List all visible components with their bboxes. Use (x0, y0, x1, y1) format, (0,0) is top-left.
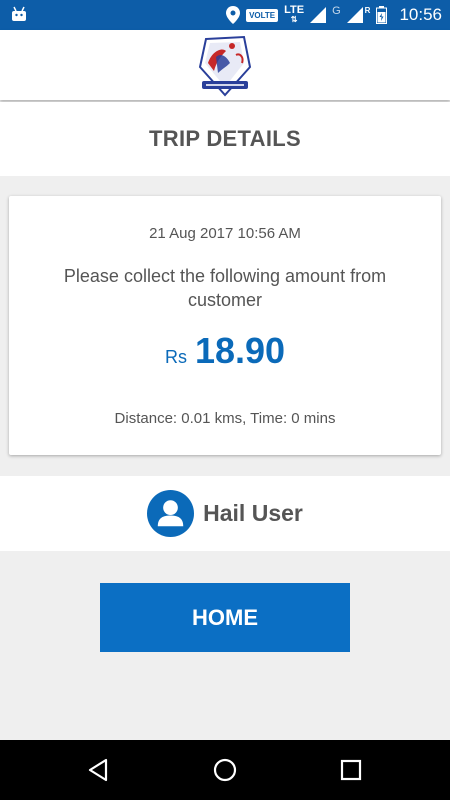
trip-summary-card: 21 Aug 2017 10:56 AM Please collect the … (9, 196, 441, 455)
distance-time: Distance: 0.01 kms, Time: 0 mins (114, 410, 336, 427)
home-button[interactable]: HOME (100, 583, 350, 652)
android-icon (12, 6, 26, 21)
collect-message: Please collect the following amount from… (63, 266, 387, 310)
user-name: Hail User (203, 500, 303, 526)
title-section: TRIP DETAILS (0, 102, 450, 176)
clock: 10:56 (399, 5, 442, 24)
volte-badge: VOLTE (246, 8, 279, 22)
user-avatar-icon (147, 490, 195, 537)
recents-icon[interactable] (336, 755, 366, 785)
battery-icon (376, 6, 388, 24)
roaming-network: G (332, 5, 341, 17)
signal-icon (346, 7, 363, 23)
location-icon (226, 6, 241, 24)
fare-amount: Rs 18.90 (9, 330, 441, 372)
user-row: Hail User (0, 476, 450, 551)
trip-datetime: 21 Aug 2017 10:56 AM (149, 225, 301, 242)
app-header (0, 30, 450, 100)
system-nav-bar (0, 740, 450, 800)
page-title: TRIP DETAILS (149, 126, 301, 151)
amount-value: 18.90 (194, 330, 286, 371)
status-bar: VOLTE LTE ⇅ G R 10:56 (0, 0, 450, 30)
jack-logo-icon (198, 35, 252, 97)
back-icon[interactable] (84, 755, 114, 785)
currency-label: Rs (164, 347, 187, 367)
home-icon[interactable] (210, 755, 240, 785)
roaming-flag: R (364, 5, 371, 15)
network-type: LTE ⇅ (284, 4, 305, 25)
signal-icon (310, 7, 327, 23)
